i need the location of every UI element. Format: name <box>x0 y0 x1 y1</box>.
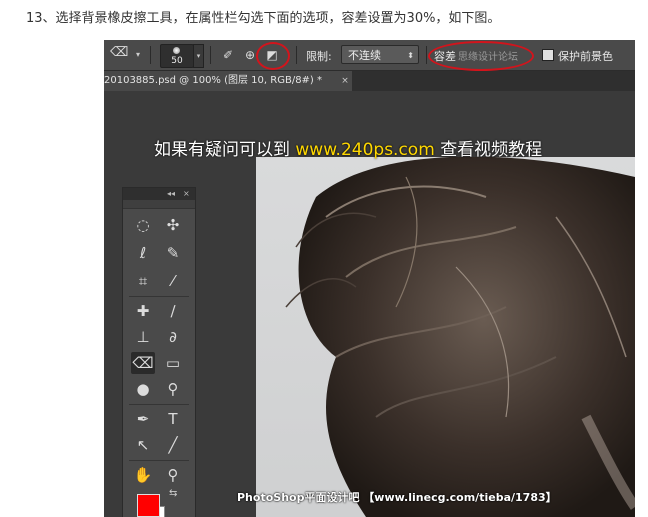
document-canvas[interactable] <box>256 156 635 517</box>
blur-icon[interactable]: ● <box>131 378 155 400</box>
type-icon[interactable]: T <box>161 408 185 430</box>
bottom-watermark: PhotoShop平面设计吧 【www.linecg.com/tieba/178… <box>237 491 557 504</box>
dodge-icon[interactable]: ⚲ <box>161 378 185 400</box>
protect-foreground-checkbox[interactable] <box>542 49 554 61</box>
foreground-color-swatch[interactable] <box>137 494 160 517</box>
close-icon[interactable]: × <box>183 188 190 200</box>
tools-panel-header[interactable]: ◂◂ × <box>123 188 195 200</box>
sampling-continuous-icon[interactable]: ✐ <box>220 48 236 62</box>
line-icon[interactable]: ╱ <box>161 434 185 456</box>
hair-photo <box>285 156 635 517</box>
highlight-circle-sampling <box>256 42 290 70</box>
crop-icon[interactable]: ⌗ <box>131 270 155 292</box>
site-watermark: 如果有疑问可以到 www.240ps.com 查看视频教程 <box>154 135 542 160</box>
document-tab[interactable]: 20103885.psd @ 100% (图层 10, RGB/8#) * × <box>104 71 352 91</box>
clone-stamp-icon[interactable]: ⊥ <box>131 326 155 348</box>
brush-dropdown-icon[interactable]: ▾ <box>193 44 204 68</box>
separator <box>296 46 297 64</box>
collapse-icon[interactable]: ◂◂ <box>167 188 175 200</box>
tools-panel: ◂◂ × ◌ ✣ ℓ ✎ ⌗ ⁄ ✚ ∕ ⊥ ∂ ⌫ ▭ ● ⚲ ✒ T ↖ ╱… <box>122 187 196 517</box>
options-bar: ⌫ ▾ 50 ▾ ✐ ⊕ ◩ 限制: 不连续 ⬍ 容差 思缘设计论坛 保护前景色 <box>104 40 635 71</box>
pen-icon[interactable]: ✒ <box>131 408 155 430</box>
zoom-icon[interactable]: ⚲ <box>161 464 185 486</box>
separator <box>426 46 427 64</box>
hand-icon[interactable]: ✋ <box>131 464 155 486</box>
watermark-site: www.240ps.com <box>295 140 435 160</box>
brush-size-value: 50 <box>171 56 183 66</box>
background-eraser-tool-icon[interactable]: ⌫ <box>110 45 132 65</box>
lasso-icon[interactable]: ℓ <box>131 242 155 264</box>
tutorial-caption: 13、选择背景橡皮擦工具，在属性栏勾选下面的选项，容差设置为30%，如下图。 <box>26 11 501 26</box>
limit-select-value: 不连续 <box>348 49 381 62</box>
highlight-circle-tolerance <box>428 41 534 71</box>
close-icon[interactable]: × <box>340 71 350 91</box>
brush-tip-icon <box>173 47 180 54</box>
history-brush-icon[interactable]: ∂ <box>161 326 185 348</box>
limit-select[interactable]: 不连续 ⬍ <box>341 45 419 64</box>
panel-grip[interactable] <box>123 200 195 209</box>
gradient-icon[interactable]: ▭ <box>161 352 185 374</box>
chevron-down-icon: ⬍ <box>407 51 414 60</box>
document-tab-title: 20103885.psd @ 100% (图层 10, RGB/8#) * <box>104 75 323 86</box>
elliptical-marquee-icon[interactable]: ◌ <box>131 214 155 236</box>
document-tab-bar: 20103885.psd @ 100% (图层 10, RGB/8#) * × <box>104 71 635 91</box>
watermark-prefix: 如果有疑问可以到 <box>154 140 290 160</box>
tools-separator <box>129 404 189 405</box>
protect-foreground-label: 保护前景色 <box>558 50 613 63</box>
watermark-suffix: 查看视频教程 <box>440 140 543 160</box>
brush-preset-picker[interactable]: 50 <box>160 44 194 68</box>
tools-separator <box>129 296 189 297</box>
photoshop-window: ⌫ ▾ 50 ▾ ✐ ⊕ ◩ 限制: 不连续 ⬍ 容差 思缘设计论坛 保护前景色… <box>104 40 635 517</box>
separator <box>150 46 151 64</box>
healing-brush-icon[interactable]: ✚ <box>131 300 155 322</box>
swap-colors-icon[interactable]: ⇆ <box>169 488 177 499</box>
quick-selection-icon[interactable]: ✎ <box>161 242 185 264</box>
separator <box>210 46 211 64</box>
tool-preset-dropdown-icon[interactable]: ▾ <box>136 50 140 59</box>
limit-label: 限制: <box>306 50 332 63</box>
brush-icon[interactable]: ∕ <box>161 300 185 322</box>
path-selection-icon[interactable]: ↖ <box>131 434 155 456</box>
eyedropper-icon[interactable]: ⁄ <box>161 270 185 292</box>
tools-separator <box>129 460 189 461</box>
background-eraser-icon[interactable]: ⌫ <box>131 352 155 374</box>
move-tool-icon[interactable]: ✣ <box>161 214 185 236</box>
